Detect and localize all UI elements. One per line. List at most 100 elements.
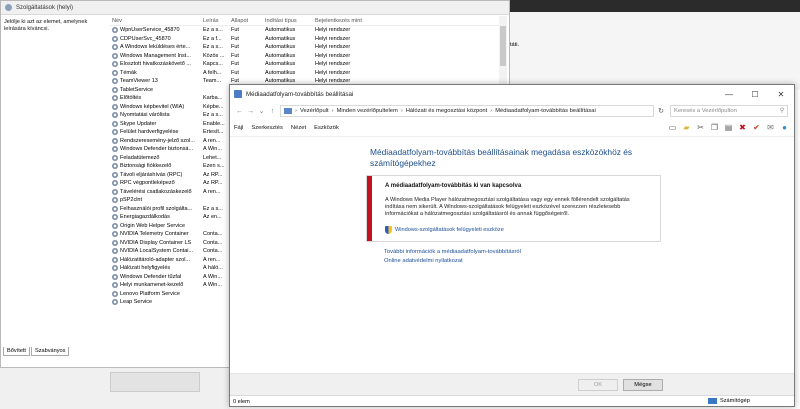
table-row[interactable]: Elosztott hivatkozáskövető ... Kapcs... Fu…: [109, 60, 501, 69]
service-name: Rendszeresemény-jelző szol...: [120, 137, 195, 144]
menu-bar: Fájl Szerkesztés Nézet Eszközök ▭ ▰ ✂ ❐ …: [230, 119, 794, 137]
view-layout-icon[interactable]: ▭: [667, 122, 678, 133]
menu-file[interactable]: Fájl: [234, 125, 243, 131]
service-name-cell: CDPUserSvc_45870: [109, 35, 203, 42]
service-gear-icon: [112, 86, 118, 93]
service-name-cell: WpnUserService_45870: [109, 27, 203, 34]
service-description: Ez a s...: [203, 27, 223, 34]
service-description: Ez a s...: [203, 112, 223, 119]
table-row[interactable]: Windows Management Inst... Közös ... Fut Au…: [109, 52, 501, 61]
breadcrumb-control-panel[interactable]: Vezérlőpult: [300, 108, 329, 114]
service-name: Energiagazdálkodás: [120, 214, 170, 221]
service-gear-icon: [112, 248, 118, 255]
cut-icon[interactable]: ✂: [695, 122, 706, 133]
media-streaming-window: Médiaadatfolyam-továbbítás beállításai —…: [229, 84, 795, 407]
service-description: Az en...: [203, 214, 222, 221]
service-state: Fut: [231, 69, 239, 76]
services-title: Szolgáltatások (helyi): [16, 4, 74, 11]
services-scrollbar-thumb[interactable]: [500, 26, 506, 66]
tab-extended[interactable]: Bővített: [3, 347, 30, 356]
up-arrow-icon[interactable]: ↑: [267, 108, 278, 115]
service-gear-icon: [112, 171, 118, 178]
check-icon[interactable]: ✔: [751, 122, 762, 133]
address-row: ← → ⌄ ↑ › Vezérlőpult › Minden vezérlőpu…: [230, 103, 794, 119]
col-header-description[interactable]: Leírás: [203, 18, 231, 24]
table-row[interactable]: Témák A felh... Fut Automatikus Helyi rendsz…: [109, 69, 501, 78]
service-name: Biztonsági fiókkezelő: [120, 163, 172, 170]
table-row[interactable]: WpnUserService_45870 Ez a s... Fut Automati…: [109, 26, 501, 35]
background-text: táti.: [510, 42, 520, 48]
error-accent-bar: [367, 176, 372, 241]
address-bar[interactable]: › Vezérlőpult › Minden vezérlőpultelem ›…: [280, 105, 654, 117]
globe-icon[interactable]: ●: [779, 122, 790, 133]
copy-icon[interactable]: ❐: [709, 122, 720, 133]
service-logon: Helyi rendszer: [315, 69, 351, 76]
service-name-cell: Skype Updater: [109, 120, 203, 127]
media-titlebar: Médiaadatfolyam-továbbítás beállításai —…: [230, 85, 794, 103]
recent-chevron-icon[interactable]: ⌄: [256, 107, 267, 115]
service-startup: Automatikus: [265, 35, 296, 42]
service-name: Feladatütemező: [120, 154, 160, 161]
minimize-button[interactable]: —: [716, 85, 742, 103]
menu-view[interactable]: Nézet: [291, 125, 306, 131]
breadcrumb-all-items[interactable]: Minden vezérlőpultelem: [337, 108, 398, 114]
service-name-cell: A Windows leküldéses érte...: [109, 44, 203, 51]
service-name-cell: TeamViewer 13: [109, 78, 203, 85]
services-admin-link[interactable]: Windows-szolgáltatások felügyeleti eszkö…: [385, 226, 504, 234]
table-row[interactable]: A Windows leküldéses érte... Ez a s... Fut…: [109, 43, 501, 52]
mail-icon[interactable]: ✉: [765, 122, 776, 133]
service-gear-icon: [112, 239, 118, 246]
more-info-link[interactable]: További információk a médiaadatfolyam-to…: [384, 249, 521, 255]
breadcrumb-network-center[interactable]: Hálózati és megosztási központ: [406, 108, 488, 114]
menu-tools[interactable]: Eszközök: [314, 125, 339, 131]
service-gear-icon: [112, 61, 118, 68]
service-name-cell: RPC végpontleképező: [109, 180, 203, 187]
tab-standard[interactable]: Szabványos: [30, 347, 70, 356]
cancel-button[interactable]: Mégse: [623, 379, 663, 391]
search-input[interactable]: Keresés a Vezérlőpulton ⚲: [670, 105, 788, 117]
service-gear-icon: [112, 146, 118, 153]
service-description: Az RP...: [203, 180, 223, 187]
col-header-name[interactable]: Név: [109, 18, 203, 24]
background-window: táti.: [510, 0, 800, 90]
media-window-title: Médiaadatfolyam-továbbítás beállításai: [246, 90, 354, 98]
service-name-cell: Windows Defender tűzfal: [109, 273, 203, 280]
service-startup: Automatikus: [265, 61, 296, 68]
error-box: A médiaadatfolyam-továbbítás ki van kapc…: [366, 175, 661, 242]
toolbar: ▭ ▰ ✂ ❐ ▤ ✖ ✔ ✉ ●: [664, 122, 794, 133]
paste-icon[interactable]: ▤: [723, 122, 734, 133]
service-gear-icon: [112, 78, 118, 85]
service-name-cell: Távelérési csatlakozáskezelő: [109, 188, 203, 195]
service-name: Távelérési csatlakozáskezelő: [120, 188, 192, 195]
close-button[interactable]: ✕: [768, 85, 794, 103]
col-header-startup[interactable]: Indítási típus: [265, 18, 315, 24]
forward-arrow-icon[interactable]: →: [245, 108, 256, 115]
table-row[interactable]: CDPUserSvc_45870 Ez a f... Fut Automatikus H…: [109, 35, 501, 44]
service-description: Értesít...: [203, 129, 224, 136]
ok-button[interactable]: OK: [578, 379, 618, 391]
col-header-logon[interactable]: Bejelentkezés mint: [315, 18, 395, 24]
service-description: A ren...: [203, 137, 221, 144]
privacy-link[interactable]: Online adatvédelmi nyilatkozat: [384, 258, 463, 264]
delete-icon[interactable]: ✖: [737, 122, 748, 133]
service-name-cell: NVIDIA Display Container LS: [109, 239, 203, 246]
service-name-cell: Leap Service: [109, 299, 203, 306]
service-gear-icon: [112, 27, 118, 34]
back-arrow-icon[interactable]: ←: [234, 108, 245, 115]
service-name-cell: Helyi munkamenet-kezelő: [109, 282, 203, 289]
maximize-button[interactable]: ☐: [742, 85, 768, 103]
services-titlebar: Szolgáltatások (helyi): [1, 1, 509, 15]
service-gear-icon: [112, 205, 118, 212]
col-header-state[interactable]: Állapot: [231, 18, 265, 24]
refresh-icon[interactable]: ↻: [654, 107, 668, 115]
service-name: Távoli eljáráshívás (RPC): [120, 171, 183, 178]
service-name-cell: Windows Defender biztonsá...: [109, 146, 203, 153]
menu-edit[interactable]: Szerkesztés: [251, 125, 283, 131]
service-name: RPC végpontleképező: [120, 180, 175, 187]
breadcrumb-media-streaming[interactable]: Médiaadatfolyam-továbbítás beállításai: [495, 108, 596, 114]
service-gear-icon: [112, 197, 118, 204]
service-description: Team...: [203, 78, 222, 85]
service-description: Ez a f...: [203, 35, 222, 42]
folder-icon[interactable]: ▰: [681, 122, 692, 133]
service-state: Fut: [231, 27, 239, 34]
